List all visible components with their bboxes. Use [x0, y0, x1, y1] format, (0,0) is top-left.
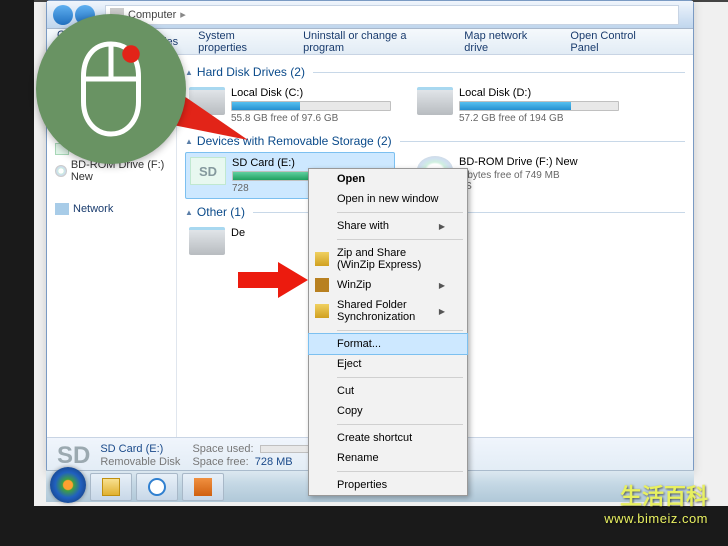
ctx-share-with[interactable]: Share with▶ [309, 216, 467, 236]
ctx-create-shortcut[interactable]: Create shortcut [309, 428, 467, 448]
device-icon [189, 227, 225, 255]
task-wmp[interactable] [182, 473, 224, 501]
mouse-icon [71, 39, 151, 139]
details-name: SD Card (E:) [100, 443, 180, 455]
toolbar-system-properties[interactable]: System properties [198, 30, 283, 54]
section-hdd[interactable]: ▲Hard Disk Drives (2) [185, 59, 685, 83]
task-ie[interactable] [136, 473, 178, 501]
hdd-icon [417, 87, 453, 115]
context-menu: Open Open in new window Share with▶ Zip … [308, 168, 468, 496]
task-explorer[interactable] [90, 473, 132, 501]
chevron-down-icon: ▲ [185, 68, 193, 77]
network-icon [55, 203, 69, 215]
wmp-icon [194, 478, 212, 496]
toolbar-uninstall[interactable]: Uninstall or change a program [303, 30, 444, 54]
toolbar-control-panel[interactable]: Open Control Panel [570, 30, 663, 54]
ctx-open-new-window[interactable]: Open in new window [309, 189, 467, 209]
ctx-zip-share[interactable]: Zip and Share (WinZip Express) [309, 243, 467, 275]
details-type: Removable Disk [100, 456, 180, 468]
highlight-arrow-icon [238, 262, 308, 298]
winzip-icon [315, 252, 329, 266]
chevron-down-icon: ▲ [185, 208, 193, 217]
ctx-shared-folder-sync[interactable]: Shared Folder Synchronization▶ [309, 295, 467, 327]
nav-back-button[interactable] [53, 5, 73, 25]
right-click-badge [36, 14, 186, 164]
section-removable[interactable]: ▲Devices with Removable Storage (2) [185, 128, 685, 152]
ie-icon [148, 478, 166, 496]
ctx-format[interactable]: Format... [308, 333, 468, 355]
ctx-eject[interactable]: Eject [309, 354, 467, 374]
sidebar-item-network[interactable]: Network [51, 201, 172, 217]
winzip-icon [315, 278, 329, 292]
ctx-rename[interactable]: Rename [309, 448, 467, 468]
explorer-icon [102, 478, 120, 496]
disc-icon [55, 165, 67, 177]
sync-icon [315, 304, 329, 318]
ctx-properties[interactable]: Properties [309, 475, 467, 495]
sd-icon: SD [57, 442, 90, 470]
ctx-copy[interactable]: Copy [309, 401, 467, 421]
address-bar[interactable]: Computer ▸ [105, 5, 679, 25]
drive-local-d[interactable]: Local Disk (D:) 57.2 GB free of 194 GB [413, 83, 623, 128]
watermark: 生活百科 www.bimeiz.com [604, 479, 708, 526]
ctx-cut[interactable]: Cut [309, 381, 467, 401]
breadcrumb-arrow: ▸ [180, 8, 186, 21]
ctx-open[interactable]: Open [309, 169, 467, 189]
sd-icon: SD [190, 157, 226, 185]
start-button[interactable] [50, 467, 86, 503]
ctx-winzip[interactable]: WinZip▶ [309, 275, 467, 295]
toolbar-map-drive[interactable]: Map network drive [464, 30, 550, 54]
